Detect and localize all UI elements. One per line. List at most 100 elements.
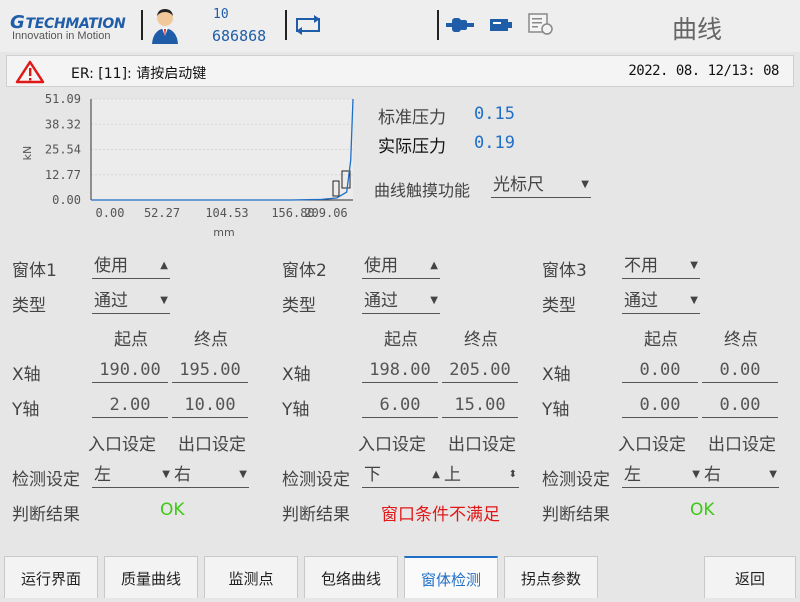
warning-icon [15, 60, 45, 88]
y-axis-row-label: Y轴 [12, 400, 40, 420]
window-type-select[interactable]: 通过 ▼ [362, 288, 440, 314]
result-label: 判断结果 [12, 505, 80, 525]
cycle-arrows-icon[interactable] [292, 14, 324, 40]
x-start-input[interactable]: 198.00 [362, 357, 438, 383]
header-divider [141, 10, 143, 40]
y-end-input[interactable]: 10.00 [172, 392, 248, 418]
end-point-header: 终点 [724, 330, 758, 350]
x-axis-row-label: X轴 [542, 365, 571, 385]
x-end-input[interactable]: 205.00 [442, 357, 518, 383]
bottom-nav: 运行界面 质量曲线 监测点 包络曲线 窗体检测 拐点参数 返回 [0, 550, 800, 600]
exit-direction-select[interactable]: 右 ▼ [172, 462, 249, 488]
nav-back[interactable]: 返回 [704, 556, 796, 598]
actual-pressure-value: 0.19 [474, 133, 515, 153]
window-type-label: 类型 [282, 296, 316, 316]
report-icon[interactable] [527, 12, 555, 40]
curve-touch-select[interactable]: 光标尺 ▼ [491, 172, 591, 198]
x-axis-row-label: X轴 [282, 365, 311, 385]
y-tick-label: 25.54 [45, 143, 81, 157]
y-axis-label: kN [21, 146, 34, 161]
user-avatar-icon[interactable] [150, 6, 180, 44]
exit-setting-header: 出口设定 [708, 435, 776, 455]
nav-window-detect[interactable]: 窗体检测 [404, 556, 498, 598]
y-tick-label: 12.77 [45, 168, 81, 182]
entry-setting-header: 入口设定 [618, 435, 686, 455]
entry-direction-select[interactable]: 左 ▼ [622, 462, 702, 488]
entry-setting-header: 入口设定 [358, 435, 426, 455]
window-type-select[interactable]: 通过 ▼ [92, 288, 170, 314]
x-tick-label: 0.00 [96, 206, 125, 220]
start-point-header: 起点 [644, 330, 678, 350]
header-divider [285, 10, 287, 40]
actual-pressure-label: 实际压力 [378, 137, 446, 157]
x-end-input[interactable]: 0.00 [702, 357, 778, 383]
window-type-label: 类型 [542, 296, 576, 316]
detect-setting-label: 检测设定 [542, 470, 610, 490]
window-usage-select[interactable]: 不用 ▼ [622, 253, 700, 279]
header-bar: GTECHMATION Innovation in Motion 10 6868… [0, 0, 800, 52]
main-panel: 51.09 38.32 25.54 12.77 0.00 0.00 52.27 104.53… [6, 89, 794, 545]
x-end-input[interactable]: 195.00 [172, 357, 248, 383]
standard-pressure-value: 0.15 [474, 104, 515, 124]
window-title: 窗体3 [542, 261, 587, 281]
y-tick-label: 51.09 [45, 92, 81, 106]
result-value: OK [160, 500, 185, 520]
user-id: 686868 [212, 27, 267, 45]
window-title: 窗体2 [282, 261, 327, 281]
x-tick-label: 209.06 [304, 206, 347, 220]
y-start-input[interactable]: 6.00 [362, 392, 438, 418]
y-axis-row-label: Y轴 [542, 400, 570, 420]
alarm-message: ER: [11]: 请按启动键 [71, 66, 207, 82]
y-end-input[interactable]: 0.00 [702, 392, 778, 418]
pressure-curve-chart[interactable]: 51.09 38.32 25.54 12.77 0.00 0.00 52.27 104.53… [6, 89, 366, 239]
exit-setting-header: 出口设定 [448, 435, 516, 455]
entry-direction-select[interactable]: 下 ▲ [362, 462, 442, 488]
entry-direction-select[interactable]: 左 ▼ [92, 462, 172, 488]
detect-setting-label: 检测设定 [282, 470, 350, 490]
y-start-input[interactable]: 0.00 [622, 392, 698, 418]
x-start-input[interactable]: 0.00 [622, 357, 698, 383]
header-divider [437, 10, 439, 40]
window-type-select[interactable]: 通过 ▼ [622, 288, 700, 314]
y-end-input[interactable]: 15.00 [442, 392, 518, 418]
nav-monitor-point[interactable]: 监测点 [204, 556, 298, 598]
page-title: 曲线 [672, 15, 723, 44]
exit-direction-select[interactable]: 上 ⬍ [442, 462, 519, 488]
usb-device-icon[interactable] [488, 15, 514, 39]
result-value: OK [690, 500, 715, 520]
standard-pressure-label: 标准压力 [378, 108, 446, 128]
datetime-display: 2022. 08. 12/13: 08 [628, 63, 779, 79]
y-axis-row-label: Y轴 [282, 400, 310, 420]
curve-touch-label: 曲线触摸功能 [374, 181, 471, 200]
end-point-header: 终点 [464, 330, 498, 350]
y-tick-label: 38.32 [45, 117, 81, 131]
exit-direction-select[interactable]: 右 ▼ [702, 462, 779, 488]
x-axis-label: mm [213, 226, 234, 239]
nav-envelope-curve[interactable]: 包络曲线 [304, 556, 398, 598]
y-tick-label: 0.00 [52, 193, 81, 207]
window-usage-select[interactable]: 使用 ▲ [92, 253, 170, 279]
network-connection-icon[interactable] [446, 16, 474, 38]
x-tick-label: 52.27 [144, 206, 180, 220]
chart-plot-area [91, 99, 353, 199]
start-point-header: 起点 [114, 330, 148, 350]
window-type-label: 类型 [12, 296, 46, 316]
x-axis-row-label: X轴 [12, 365, 41, 385]
x-start-input[interactable]: 190.00 [92, 357, 168, 383]
window-title: 窗体1 [12, 261, 57, 281]
alarm-bar[interactable]: ER: [11]: 请按启动键 2022. 08. 12/13: 08 [6, 55, 794, 87]
result-label: 判断结果 [542, 505, 610, 525]
user-level: 10 [213, 7, 229, 22]
exit-setting-header: 出口设定 [178, 435, 246, 455]
entry-setting-header: 入口设定 [88, 435, 156, 455]
techmation-logo: GTECHMATION Innovation in Motion [10, 12, 126, 42]
y-start-input[interactable]: 2.00 [92, 392, 168, 418]
detect-setting-label: 检测设定 [12, 470, 80, 490]
window-usage-select[interactable]: 使用 ▲ [362, 253, 440, 279]
start-point-header: 起点 [384, 330, 418, 350]
result-value: 窗口条件不满足 [381, 505, 500, 525]
nav-run-screen[interactable]: 运行界面 [4, 556, 98, 598]
nav-inflection-params[interactable]: 拐点参数 [504, 556, 598, 598]
end-point-header: 终点 [194, 330, 228, 350]
nav-quality-curve[interactable]: 质量曲线 [104, 556, 198, 598]
